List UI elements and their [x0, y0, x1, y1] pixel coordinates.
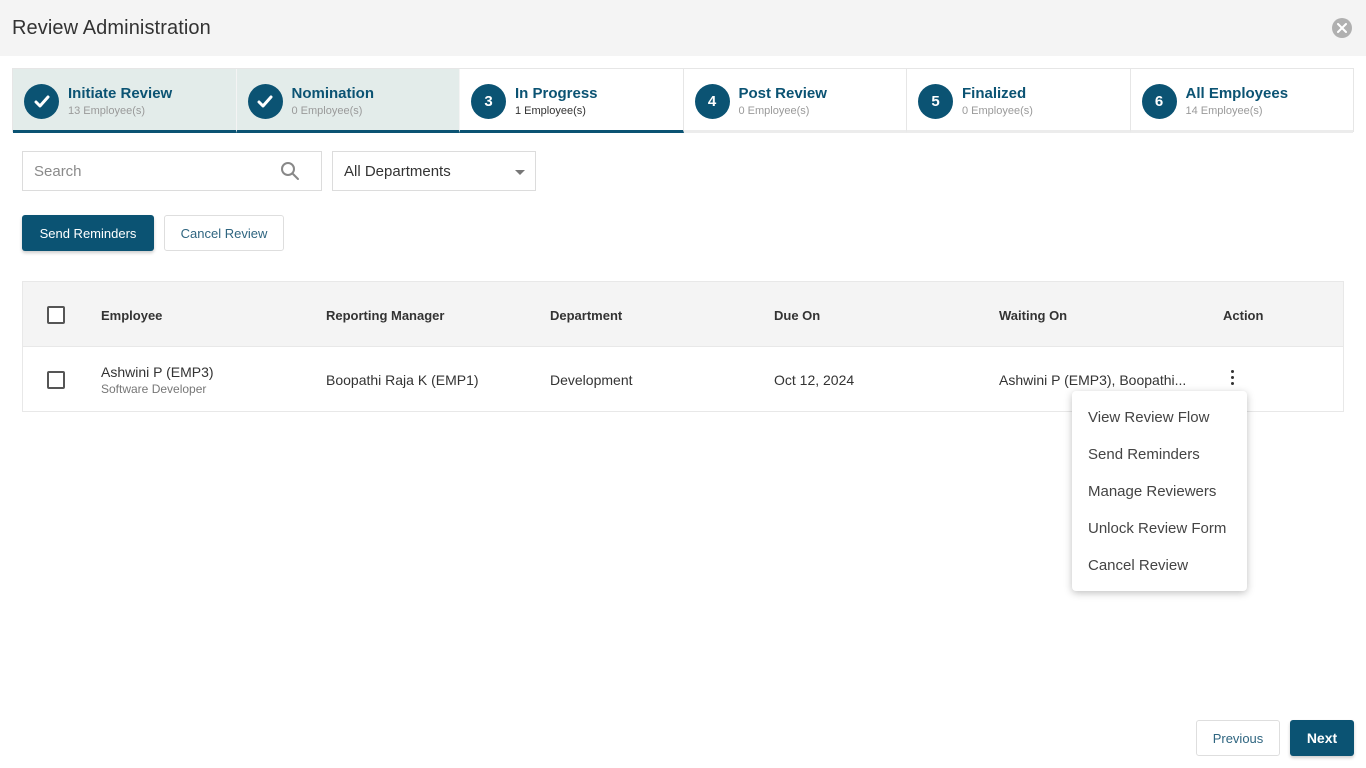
- modal-header: Review Administration: [0, 0, 1366, 56]
- page-title: Review Administration: [12, 17, 211, 39]
- close-icon: [1337, 23, 1347, 33]
- department-selected-value: All Departments: [344, 163, 451, 180]
- step-title: Post Review: [738, 85, 827, 102]
- step-number: 6: [1141, 84, 1177, 119]
- menu-item-manage-reviewers[interactable]: Manage Reviewers: [1088, 483, 1216, 500]
- close-button[interactable]: [1332, 18, 1352, 38]
- tab-finalized[interactable]: 5 Finalized 0 Employee(s): [907, 69, 1131, 133]
- menu-item-view-review-flow[interactable]: View Review Flow: [1088, 409, 1209, 426]
- step-count: 13 Employee(s): [68, 105, 146, 117]
- column-header-reporting-manager[interactable]: Reporting Manager: [326, 308, 444, 323]
- step-number: 4: [694, 84, 730, 119]
- step-title: Nomination: [291, 85, 375, 102]
- chevron-down-icon: [515, 170, 525, 175]
- tab-in-progress[interactable]: 3 In Progress 1 Employee(s): [460, 69, 684, 133]
- review-stepper: Initiate Review 13 Employee(s) Nominatio…: [12, 68, 1354, 133]
- column-header-employee[interactable]: Employee: [101, 308, 162, 323]
- waiting-on-cell: Ashwini P (EMP3), Boopathi...: [999, 372, 1187, 388]
- department-cell: Development: [550, 372, 633, 388]
- column-header-due-on[interactable]: Due On: [774, 308, 820, 323]
- cancel-review-button[interactable]: Cancel Review: [164, 215, 284, 251]
- menu-item-send-reminders[interactable]: Send Reminders: [1088, 446, 1200, 463]
- column-header-action: Action: [1223, 308, 1264, 323]
- tab-nomination[interactable]: Nomination 0 Employee(s): [236, 69, 460, 133]
- step-number: 3: [471, 84, 506, 119]
- step-check-icon: [247, 84, 283, 119]
- search-icon[interactable]: [280, 161, 300, 186]
- step-check-icon: [24, 84, 59, 119]
- search-box: [22, 151, 322, 191]
- more-actions-icon[interactable]: [1223, 367, 1243, 389]
- step-number: 5: [918, 84, 953, 119]
- tab-all-employees[interactable]: 6 All Employees 14 Employee(s): [1130, 69, 1353, 133]
- previous-button[interactable]: Previous: [1196, 720, 1280, 756]
- table-header: Employee Reporting Manager Department Du…: [23, 282, 1343, 347]
- column-header-waiting-on[interactable]: Waiting On: [999, 308, 1067, 323]
- step-count: 1 Employee(s): [515, 105, 586, 117]
- step-count: 14 Employee(s): [1185, 105, 1263, 117]
- row-action-menu: View Review Flow Send Reminders Manage R…: [1072, 391, 1247, 591]
- step-count: 0 Employee(s): [962, 105, 1033, 117]
- step-title: In Progress: [515, 85, 598, 102]
- send-reminders-button[interactable]: Send Reminders: [22, 215, 154, 251]
- step-title: All Employees: [1185, 85, 1289, 102]
- select-all-checkbox[interactable]: [47, 306, 65, 324]
- step-title: Initiate Review: [68, 85, 173, 102]
- menu-item-unlock-review-form[interactable]: Unlock Review Form: [1088, 520, 1226, 537]
- step-count: 0 Employee(s): [291, 105, 363, 117]
- employee-role: Software Developer: [101, 382, 207, 396]
- department-dropdown[interactable]: All Departments: [332, 151, 536, 191]
- row-checkbox[interactable]: [47, 371, 65, 389]
- employee-name: Ashwini P (EMP3): [101, 364, 214, 380]
- menu-item-cancel-review[interactable]: Cancel Review: [1088, 557, 1188, 574]
- tab-post-review[interactable]: 4 Post Review 0 Employee(s): [683, 69, 907, 133]
- tab-initiate-review[interactable]: Initiate Review 13 Employee(s): [13, 69, 237, 133]
- column-header-department[interactable]: Department: [550, 308, 622, 323]
- search-input[interactable]: [23, 152, 273, 190]
- reporting-manager-cell: Boopathi Raja K (EMP1): [326, 372, 479, 388]
- step-title: Finalized: [962, 85, 1027, 102]
- due-on-cell: Oct 12, 2024: [774, 372, 855, 388]
- step-count: 0 Employee(s): [738, 105, 810, 117]
- next-button[interactable]: Next: [1290, 720, 1354, 756]
